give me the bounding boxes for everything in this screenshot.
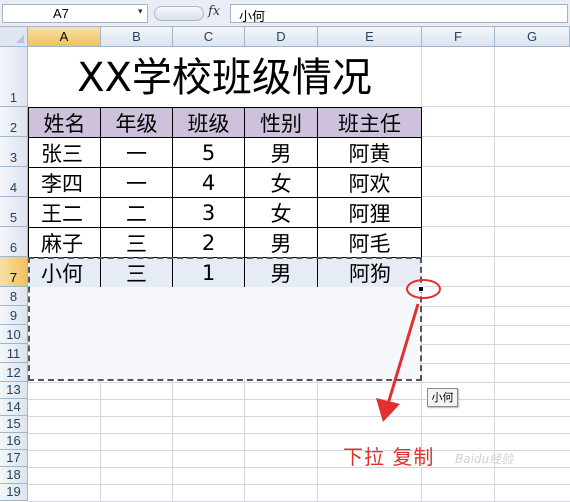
row-header-16[interactable]: 16 <box>0 433 28 450</box>
formula-bar-splitter[interactable] <box>154 6 204 21</box>
column-header-f[interactable]: F <box>422 27 495 47</box>
table-cell[interactable]: 二 <box>101 198 173 228</box>
selected-cell[interactable]: 小何 <box>29 258 101 287</box>
row-header-9[interactable]: 9 <box>0 306 28 325</box>
table-cell[interactable]: 2 <box>173 228 245 258</box>
table-cell[interactable]: 三 <box>101 258 173 287</box>
column-header-e[interactable]: E <box>318 27 422 47</box>
row-header-4[interactable]: 4 <box>0 167 28 197</box>
header-cell-gender[interactable]: 性别 <box>245 108 318 138</box>
annotation-text: 下拉 复制 <box>343 445 435 469</box>
formula-input-value: 小何 <box>239 10 266 25</box>
chevron-down-icon[interactable]: ▾ <box>138 7 143 17</box>
table-cell[interactable]: 张三 <box>29 138 101 168</box>
table-cell[interactable]: 1 <box>173 258 245 287</box>
column-header-a[interactable]: A <box>28 27 101 47</box>
row-header-17[interactable]: 17 <box>0 450 28 467</box>
column-header-g[interactable]: G <box>495 27 570 47</box>
column-header-d[interactable]: D <box>245 27 318 47</box>
highlight-circle <box>406 279 441 299</box>
formula-input[interactable]: 小何 <box>230 4 568 25</box>
name-box-value: A7 <box>53 6 69 21</box>
column-header-b[interactable]: B <box>101 27 173 47</box>
table-cell[interactable]: 男 <box>245 258 318 287</box>
table-cell[interactable]: 阿狸 <box>318 198 422 228</box>
table-cell[interactable]: 一 <box>101 138 173 168</box>
table-cell[interactable]: 5 <box>173 138 245 168</box>
row-header-1[interactable]: 1 <box>0 47 28 107</box>
row-header-11[interactable]: 11 <box>0 344 28 363</box>
row-header-6[interactable]: 6 <box>0 227 28 257</box>
row-header-13[interactable]: 13 <box>0 382 28 399</box>
table-cell[interactable]: 李四 <box>29 168 101 198</box>
table-cell[interactable]: 阿狗 <box>318 258 422 287</box>
header-cell-name[interactable]: 姓名 <box>29 108 101 138</box>
fill-preview-area <box>30 287 420 379</box>
row-header-12[interactable]: 12 <box>0 363 28 382</box>
table-cell[interactable]: 男 <box>245 138 318 168</box>
table-cell[interactable]: 麻子 <box>29 228 101 258</box>
autofill-tooltip: 小何 <box>427 388 458 407</box>
name-box[interactable]: A7 ▾ <box>2 4 148 23</box>
header-cell-class[interactable]: 班级 <box>173 108 245 138</box>
formula-bar: A7 ▾ fx 小何 <box>0 0 570 27</box>
table-cell[interactable]: 3 <box>173 198 245 228</box>
table-cell[interactable]: 4 <box>173 168 245 198</box>
table-cell[interactable]: 女 <box>245 198 318 228</box>
function-area: fx <box>150 4 228 23</box>
row-header-7[interactable]: 7 <box>0 257 28 287</box>
row-header-3[interactable]: 3 <box>0 137 28 167</box>
table-cell[interactable]: 阿毛 <box>318 228 422 258</box>
insert-function-icon[interactable]: fx <box>208 4 220 19</box>
row-header-19[interactable]: 19 <box>0 484 28 501</box>
row-header-18[interactable]: 18 <box>0 467 28 484</box>
row-header-15[interactable]: 15 <box>0 416 28 433</box>
table-cell[interactable]: 女 <box>245 168 318 198</box>
table-cell[interactable]: 阿欢 <box>318 168 422 198</box>
row-header-5[interactable]: 5 <box>0 197 28 227</box>
column-header-c[interactable]: C <box>173 27 245 47</box>
header-cell-grade[interactable]: 年级 <box>101 108 173 138</box>
row-header-14[interactable]: 14 <box>0 399 28 416</box>
row-header-8[interactable]: 8 <box>0 287 28 306</box>
row-header-10[interactable]: 10 <box>0 325 28 344</box>
table-cell[interactable]: 男 <box>245 228 318 258</box>
table-cell[interactable]: 一 <box>101 168 173 198</box>
table-cell[interactable]: 阿黄 <box>318 138 422 168</box>
row-header-2[interactable]: 2 <box>0 107 28 137</box>
table-cell[interactable]: 三 <box>101 228 173 258</box>
select-all-button[interactable] <box>0 27 28 47</box>
header-cell-teacher[interactable]: 班主任 <box>318 108 422 138</box>
table-cell[interactable]: 王二 <box>29 198 101 228</box>
watermark: Baidu经验 <box>455 452 514 466</box>
table-title[interactable]: XX学校班级情况 <box>28 47 421 107</box>
